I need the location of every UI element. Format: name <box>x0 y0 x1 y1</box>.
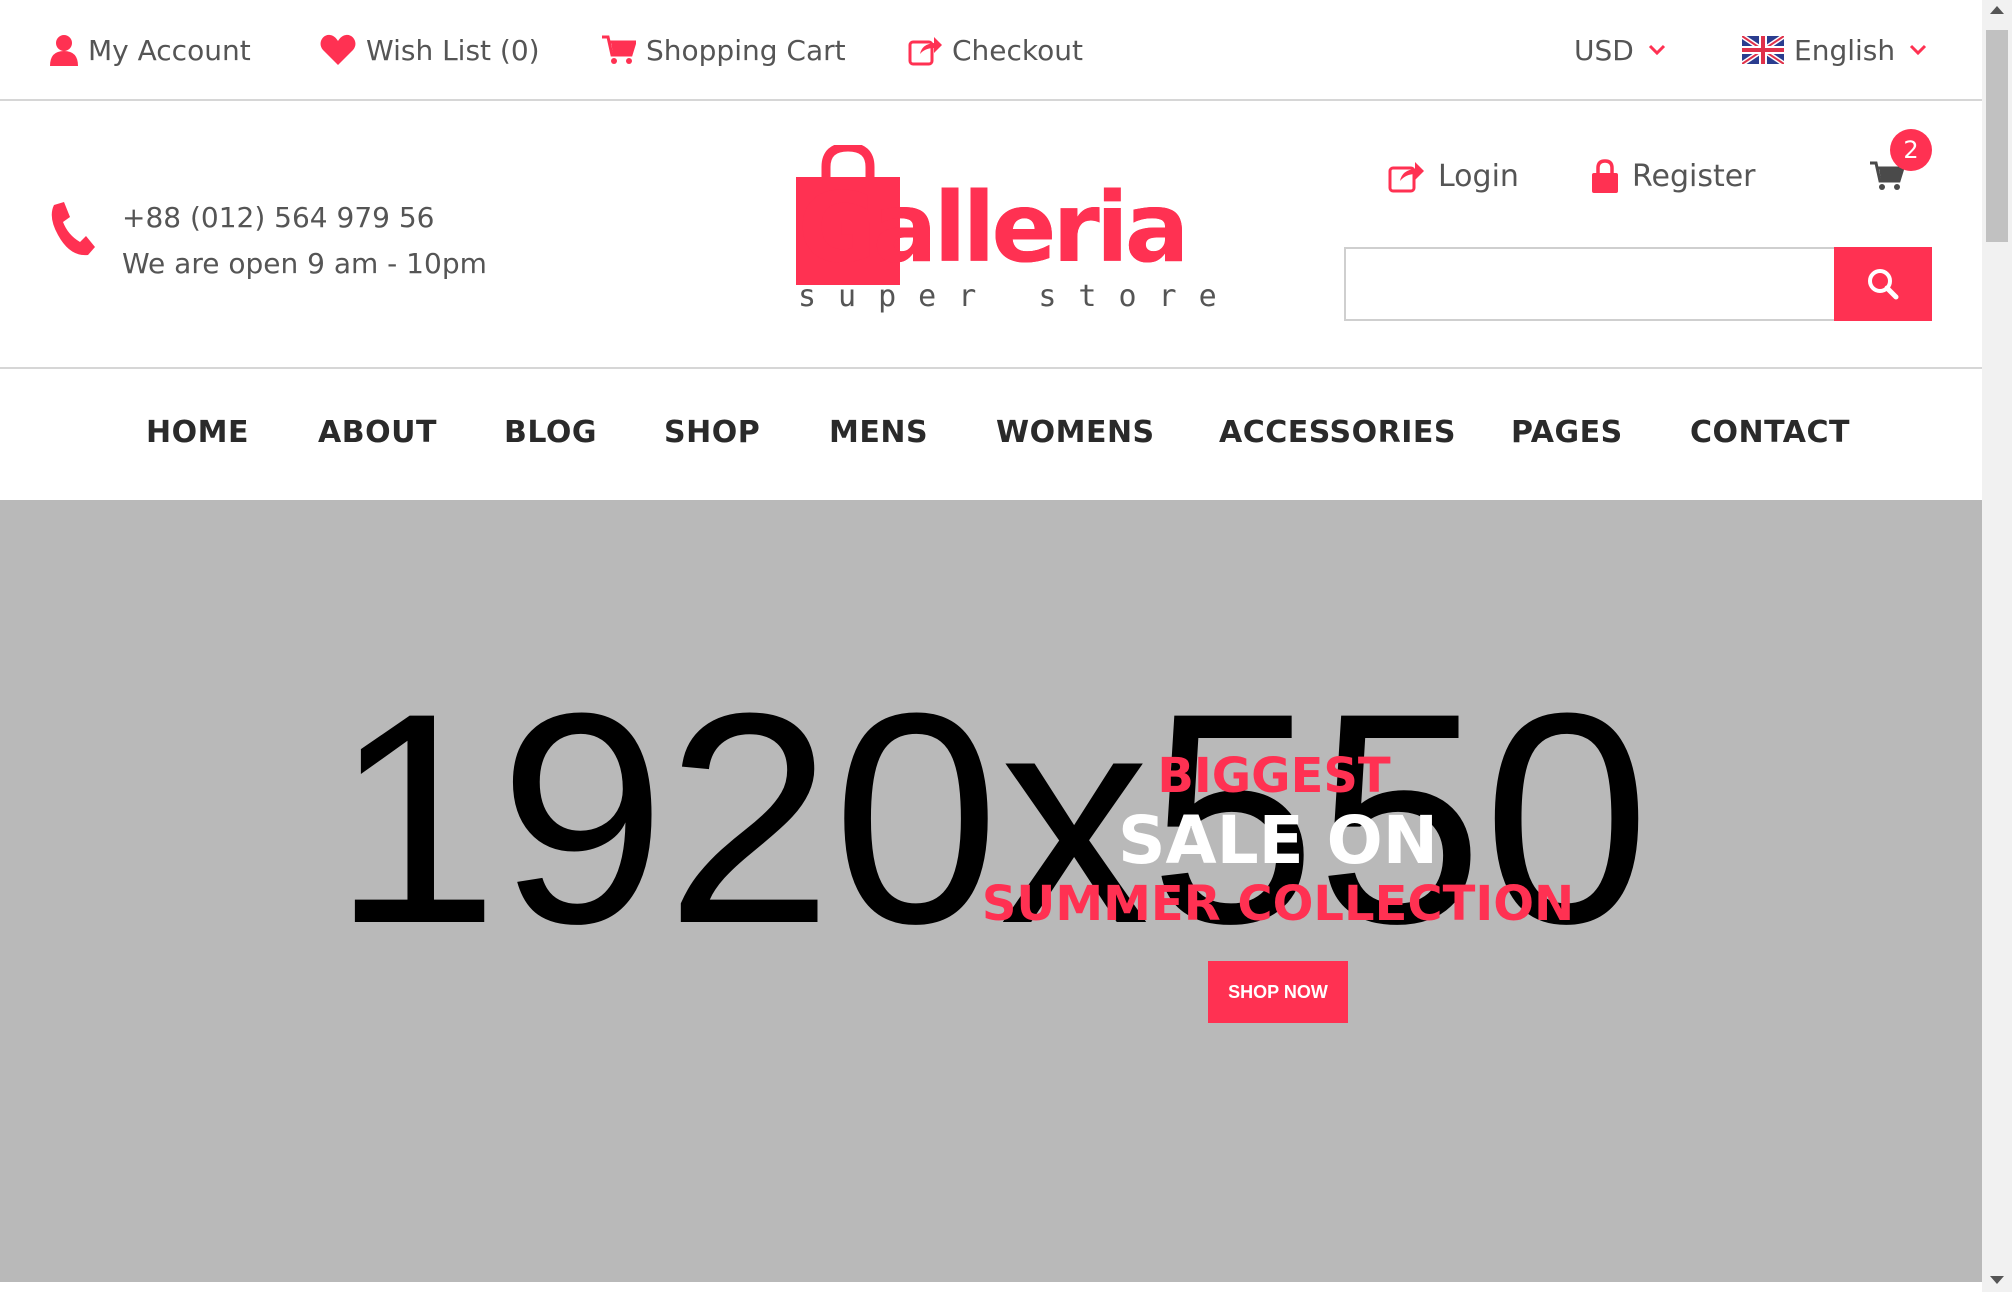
site-logo[interactable]: Galleria super store <box>792 145 1217 325</box>
shop-now-button[interactable]: SHOP NOW <box>1208 961 1348 1023</box>
checkout-link[interactable]: Checkout <box>908 30 1083 70</box>
main-nav: HOME ABOUT BLOG SHOP MENS WOMENS ACCESSO… <box>0 371 1982 500</box>
hero-slider: 1920x550 BIGGEST SALE ON SUMMER COLLECTI… <box>0 500 1982 1282</box>
lock-icon <box>1592 159 1618 193</box>
language-label: English <box>1794 33 1896 67</box>
checkout-label: Checkout <box>952 33 1083 67</box>
opening-hours: We are open 9 am - 10pm <box>122 247 487 280</box>
user-icon <box>50 35 78 66</box>
page-bottom-edge <box>0 1282 1982 1292</box>
login-share-icon <box>1388 162 1424 193</box>
search-icon <box>1868 269 1899 300</box>
nav-item-shop[interactable]: SHOP <box>664 415 760 450</box>
cart-count-badge: 2 <box>1890 129 1932 171</box>
nav-item-home[interactable]: HOME <box>146 415 249 450</box>
wish-list-link[interactable]: Wish List (0) <box>320 30 540 70</box>
language-select[interactable]: English <box>1742 30 1937 70</box>
currency-label: USD <box>1574 33 1634 67</box>
shopping-cart-link[interactable]: Shopping Cart <box>602 30 846 70</box>
nav-item-mens[interactable]: MENS <box>829 415 928 450</box>
nav-item-pages[interactable]: PAGES <box>1511 415 1623 450</box>
hero-heading-line1: BIGGEST <box>1157 748 1391 804</box>
wish-list-label: Wish List (0) <box>366 33 540 67</box>
nav-item-contact[interactable]: CONTACT <box>1690 415 1850 450</box>
scroll-down-arrow-icon[interactable] <box>1990 1276 2004 1284</box>
phone-icon <box>51 202 95 256</box>
top-bar: My Account Wish List (0) Shopping Cart C… <box>0 0 1982 101</box>
register-label: Register <box>1632 158 1756 194</box>
my-account-label: My Account <box>88 33 251 67</box>
currency-select[interactable]: USD <box>1574 30 1676 70</box>
contact-info: +88 (012) 564 979 56 We are open 9 am - … <box>122 195 487 287</box>
uk-flag-icon <box>1742 36 1784 64</box>
search-input[interactable] <box>1344 247 1834 321</box>
hero-heading-line3: SUMMER COLLECTION <box>981 876 1575 932</box>
register-link[interactable]: Register <box>1592 153 1756 199</box>
logo-wordmark: Galleria <box>798 172 1190 284</box>
cart-icon <box>602 35 636 64</box>
checkout-share-icon <box>908 37 942 66</box>
nav-item-accessories[interactable]: ACCESSORIES <box>1219 415 1456 450</box>
login-label: Login <box>1438 158 1519 194</box>
nav-item-about[interactable]: ABOUT <box>318 415 437 450</box>
nav-item-blog[interactable]: BLOG <box>504 415 597 450</box>
shopping-cart-label: Shopping Cart <box>646 33 846 67</box>
hero-heading-line2: SALE ON <box>1117 802 1439 879</box>
logo-tagline: super store <box>798 279 1239 314</box>
my-account-link[interactable]: My Account <box>50 30 251 70</box>
nav-item-womens[interactable]: WOMENS <box>996 415 1155 450</box>
vertical-scrollbar[interactable] <box>1982 0 2012 1292</box>
scrollbar-thumb[interactable] <box>1986 30 2008 242</box>
chevron-down-icon <box>1910 44 1927 56</box>
site-header: +88 (012) 564 979 56 We are open 9 am - … <box>0 101 1982 369</box>
chevron-down-icon <box>1648 44 1665 56</box>
search-button[interactable] <box>1834 247 1932 321</box>
login-link[interactable]: Login <box>1388 153 1519 199</box>
scroll-up-arrow-icon[interactable] <box>1990 6 2004 14</box>
phone-number: +88 (012) 564 979 56 <box>122 201 435 234</box>
heart-icon <box>320 34 356 65</box>
